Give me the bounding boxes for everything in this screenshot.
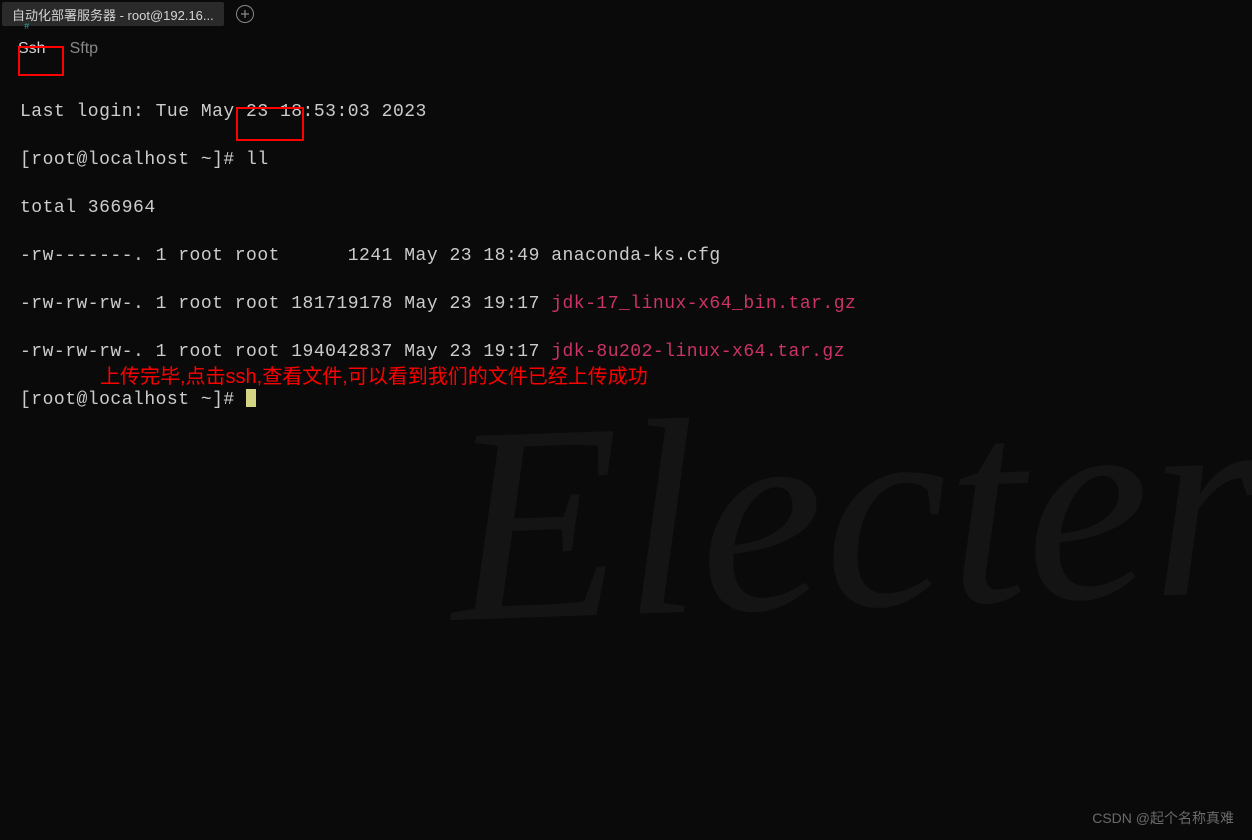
shell-prompt: [root@localhost ~]#	[20, 390, 246, 410]
shell-prompt: [root@localhost ~]#	[20, 150, 246, 170]
prompt-line-2: [root@localhost ~]#	[20, 388, 1232, 412]
tab-ssh[interactable]: Ssh	[18, 40, 46, 60]
annotation-text: 上传完毕,点击ssh,查看文件,可以看到我们的文件已经上传成功	[100, 360, 648, 389]
prompt-line-1: [root@localhost ~]# ll	[20, 148, 1232, 172]
file-meta: -rw-rw-rw-. 1 root root 194042837 May 23…	[20, 342, 551, 362]
command-text: ll	[246, 150, 269, 170]
file-name: anaconda-ks.cfg	[551, 246, 721, 266]
tab-sftp[interactable]: Sftp	[70, 40, 98, 60]
tab-bar: 自动化部署服务器 - root@192.16...	[0, 0, 1252, 28]
file-row-2: -rw-rw-rw-. 1 root root 181719178 May 23…	[20, 292, 1232, 316]
total-line: total 366964	[20, 196, 1232, 220]
file-meta: -rw-rw-rw-. 1 root root 181719178 May 23…	[20, 294, 551, 314]
session-tab[interactable]: 自动化部署服务器 - root@192.16...	[2, 2, 224, 26]
terminal-cursor	[246, 389, 256, 407]
csdn-watermark: CSDN @起个名称真难	[1092, 808, 1234, 828]
tiny-hash: #	[24, 22, 29, 32]
plus-icon	[240, 9, 250, 19]
file-meta: -rw-------. 1 root root 1241 May 23 18:4…	[20, 246, 551, 266]
add-tab-button[interactable]	[236, 5, 254, 23]
file-row-1: -rw-------. 1 root root 1241 May 23 18:4…	[20, 244, 1232, 268]
terminal-area[interactable]: Last login: Tue May 23 18:53:03 2023 [ro…	[0, 66, 1252, 446]
protocol-tabs: Ssh Sftp	[0, 28, 1252, 66]
last-login-line: Last login: Tue May 23 18:53:03 2023	[20, 100, 1232, 124]
file-name-archive: jdk-8u202-linux-x64.tar.gz	[551, 342, 845, 362]
file-name-archive: jdk-17_linux-x64_bin.tar.gz	[551, 294, 856, 314]
